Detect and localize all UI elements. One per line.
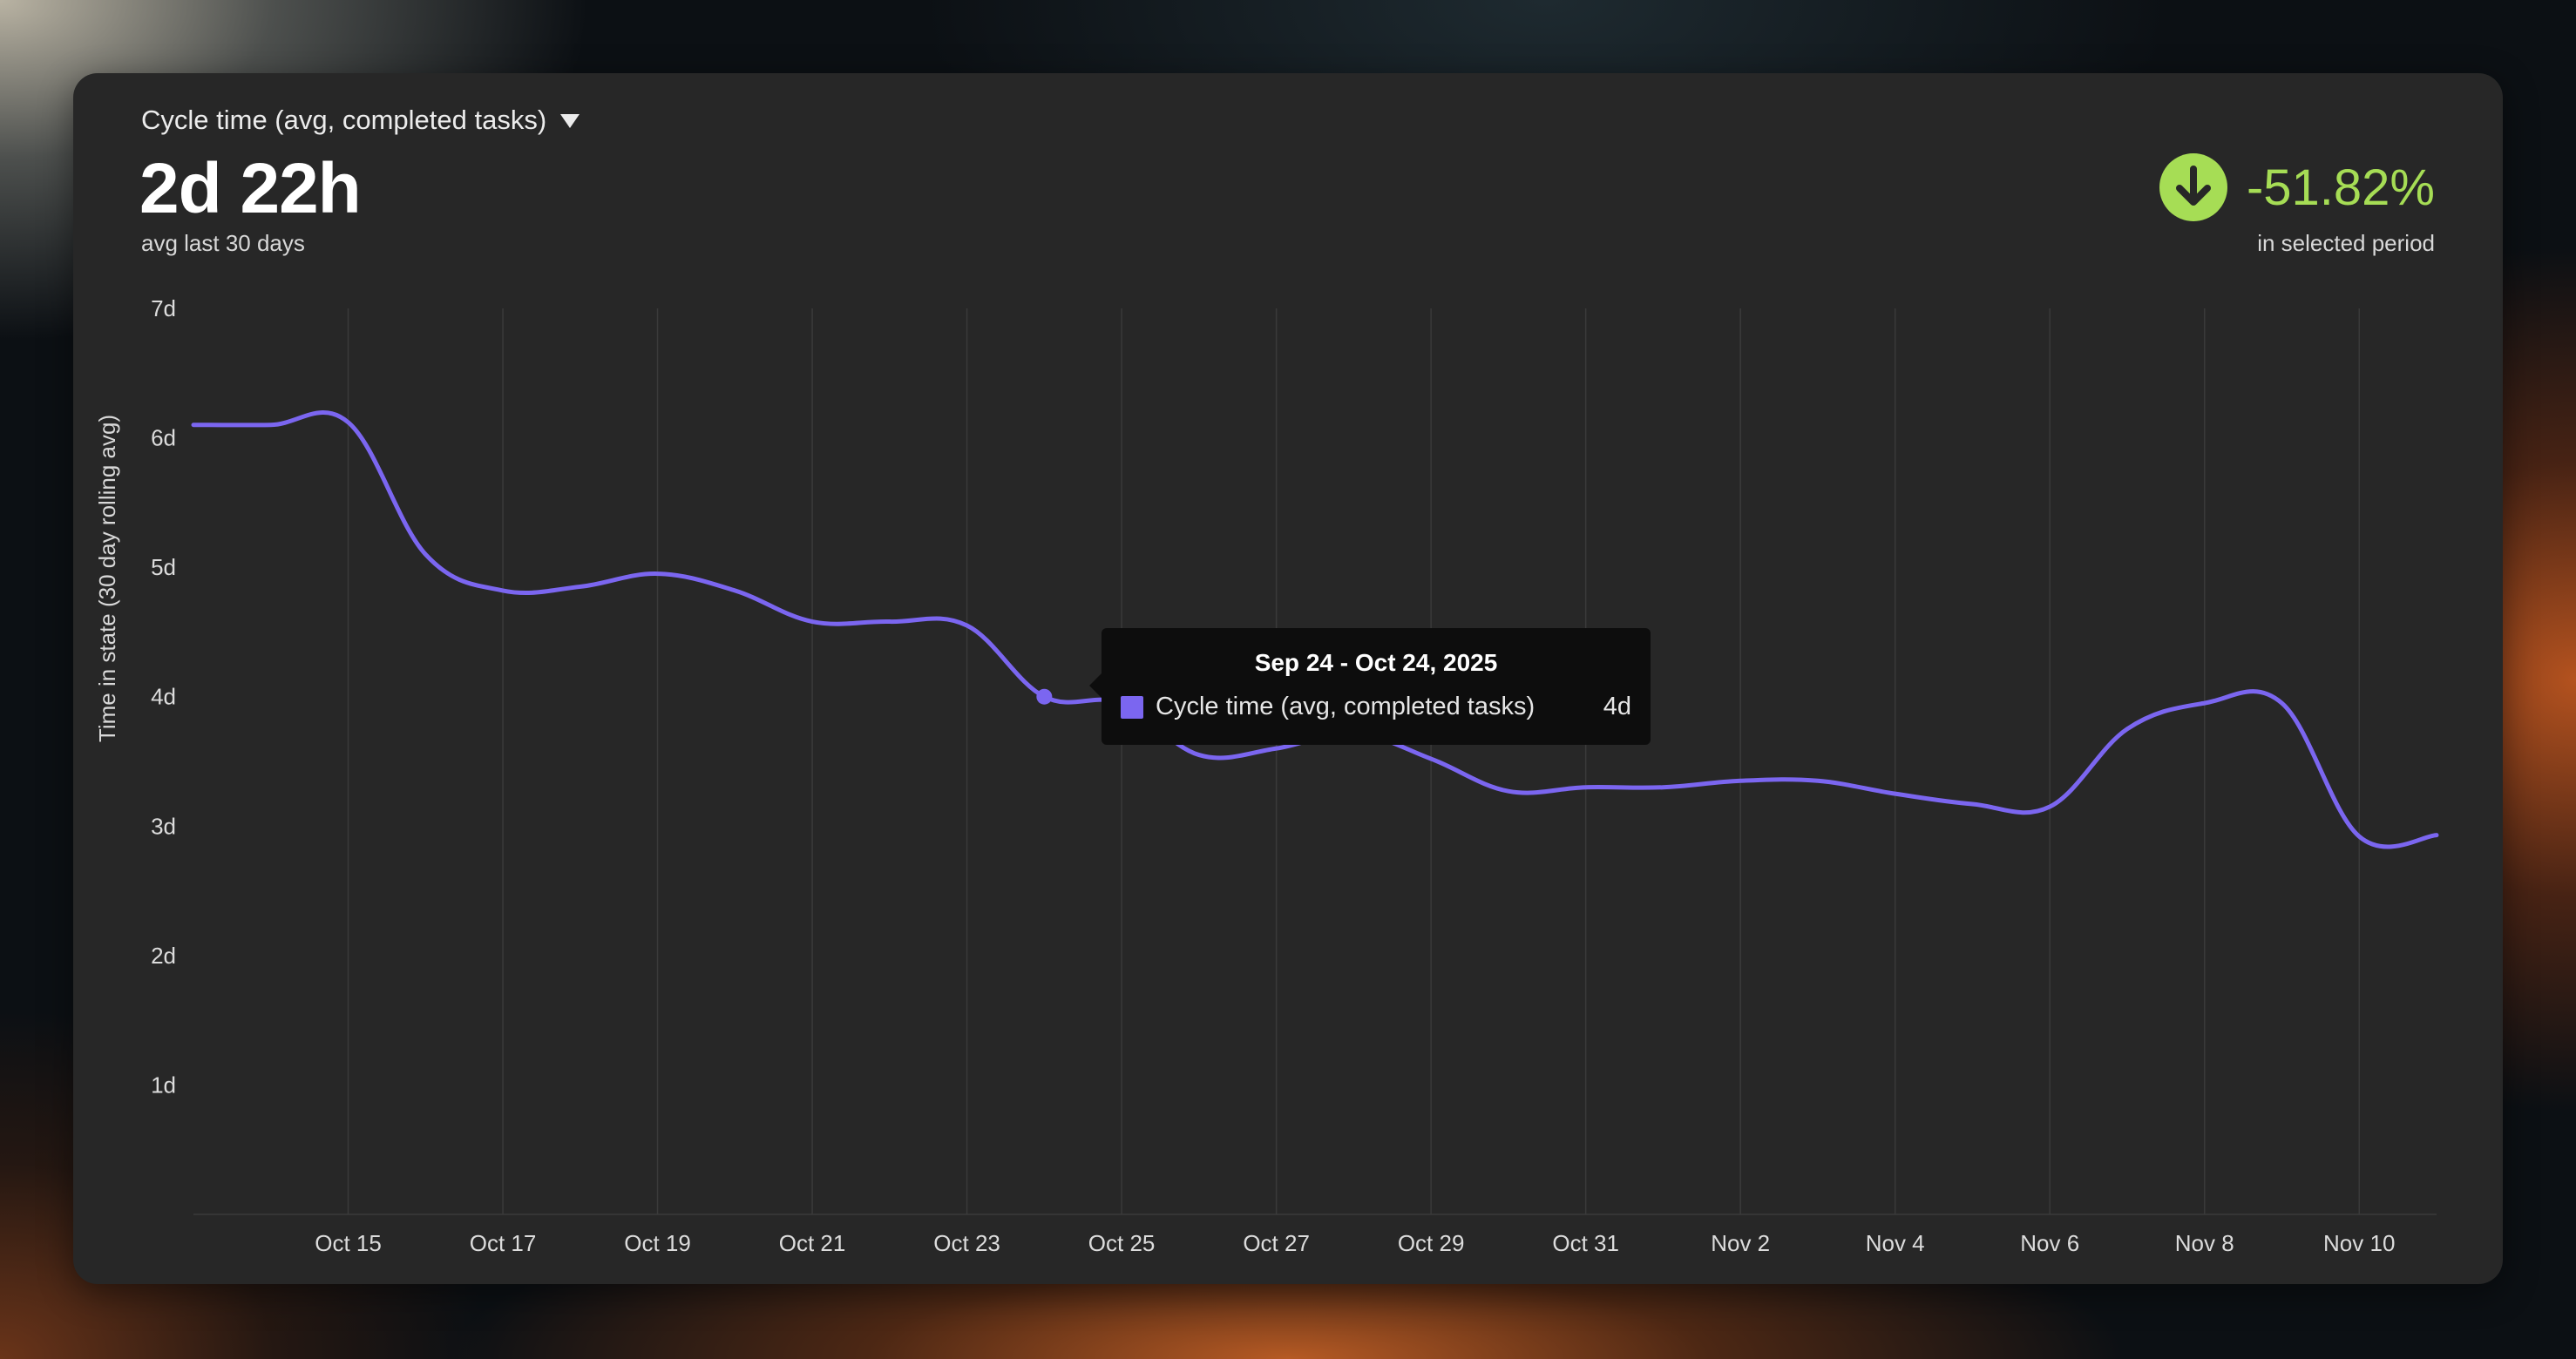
- y-tick-label: 2d: [151, 943, 176, 969]
- x-tick-label: Nov 8: [2175, 1230, 2234, 1256]
- tooltip-value: 4d: [1603, 693, 1631, 720]
- y-tick-label: 1d: [151, 1072, 176, 1098]
- y-tick-label: 3d: [151, 813, 176, 839]
- x-tick-label: Nov 4: [1866, 1230, 1925, 1256]
- chart-card: 1d 2d 3d 4d 5d 6d 7d Oct 15 Oct 17 Oct 19 Oct 21 O…: [73, 73, 2503, 1284]
- x-tick-label: Oct 21: [779, 1230, 846, 1256]
- tooltip-row: Cycle time (avg, completed tasks) 4d: [1121, 693, 1631, 721]
- tooltip-series-name: Cycle time (avg, completed tasks): [1156, 693, 1535, 720]
- x-tick-label: Oct 17: [470, 1230, 537, 1256]
- summary-caption: avg last 30 days: [141, 230, 305, 256]
- y-tick-label: 6d: [151, 425, 176, 451]
- x-tick-label: Oct 19: [624, 1230, 691, 1256]
- x-tick-label: Nov 2: [1711, 1230, 1770, 1256]
- y-axis-ticks: 1d 2d 3d 4d 5d 6d 7d: [151, 295, 176, 1098]
- grid: [193, 308, 2437, 1215]
- tooltip-title: Sep 24 - Oct 24, 2025: [1254, 649, 1498, 676]
- x-tick-label: Oct 15: [315, 1230, 382, 1256]
- x-axis-ticks: Oct 15 Oct 17 Oct 19 Oct 21 Oct 23 Oct 25 Oct …: [315, 1230, 2395, 1256]
- series-swatch: [1121, 695, 1143, 719]
- change-caption: in selected period: [2257, 230, 2435, 256]
- chart-tooltip: Sep 24 - Oct 24, 2025 Cycle time (avg, c…: [1089, 628, 1651, 745]
- y-tick-label: 4d: [151, 684, 176, 710]
- x-tick-label: Oct 27: [1243, 1230, 1310, 1256]
- summary-value: 2d 22h: [139, 149, 362, 228]
- arrow-down-circle-icon: [2159, 153, 2227, 221]
- change-value: -51.82%: [2246, 159, 2435, 216]
- y-tick-label: 7d: [151, 295, 176, 321]
- metric-dropdown[interactable]: Cycle time (avg, completed tasks): [141, 105, 580, 136]
- x-tick-label: Oct 31: [1552, 1230, 1619, 1256]
- x-tick-label: Oct 29: [1398, 1230, 1465, 1256]
- highlighted-point: [1036, 688, 1053, 705]
- x-tick-label: Oct 23: [933, 1230, 1000, 1256]
- metric-dropdown-label: Cycle time (avg, completed tasks): [141, 105, 547, 135]
- y-tick-label: 5d: [151, 554, 176, 580]
- change-indicator: -51.82%: [2159, 153, 2435, 221]
- x-tick-label: Oct 25: [1088, 1230, 1156, 1256]
- x-tick-label: Nov 6: [2020, 1230, 2079, 1256]
- y-axis-title: Time in state (30 day rolling avg): [94, 415, 120, 742]
- caret-down-icon: [560, 114, 580, 128]
- x-tick-label: Nov 10: [2323, 1230, 2395, 1256]
